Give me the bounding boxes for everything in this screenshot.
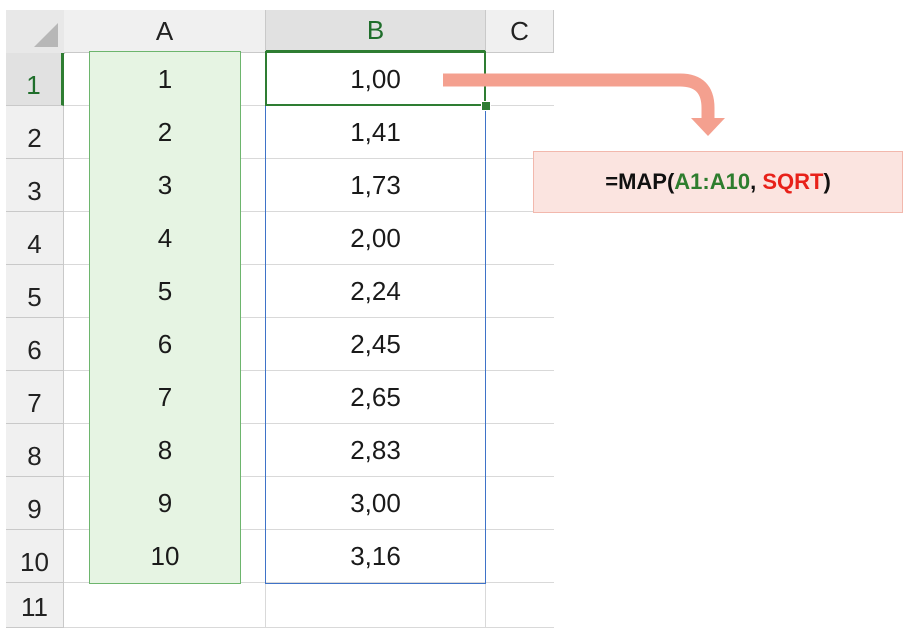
formula-function-argument: SQRT — [762, 169, 824, 194]
callout-arrow-icon — [443, 73, 725, 136]
formula-separator: , — [750, 169, 763, 194]
formula-suffix: ) — [823, 169, 831, 194]
formula-callout: =MAP(A1:A10, SQRT) — [533, 151, 903, 213]
formula-prefix: =MAP( — [605, 169, 675, 194]
formula-range-argument: A1:A10 — [674, 169, 751, 194]
